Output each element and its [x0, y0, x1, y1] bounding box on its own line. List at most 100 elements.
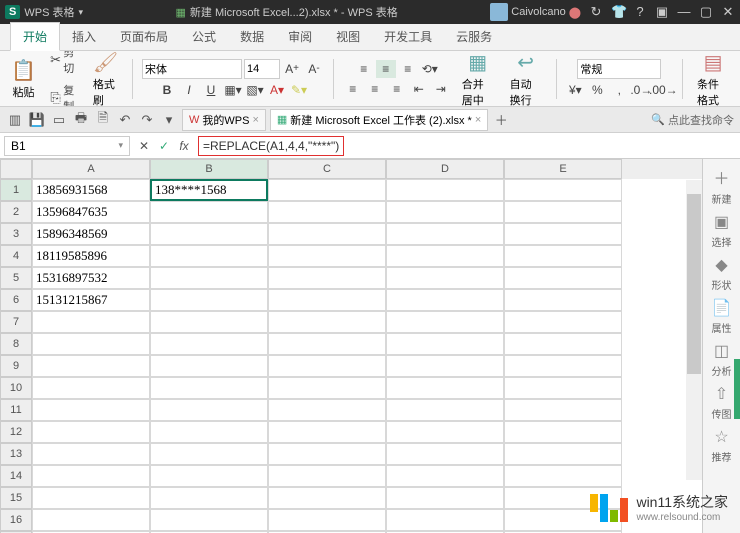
cell-E10[interactable]	[504, 377, 622, 399]
align-top-button[interactable]: ≡	[354, 60, 374, 78]
wrap-text-button[interactable]: ↩ 自动换行	[505, 51, 547, 107]
cell-B4[interactable]	[150, 245, 268, 267]
tab-view[interactable]: 视图	[324, 23, 372, 50]
cell-D2[interactable]	[386, 201, 504, 223]
cell-B7[interactable]	[150, 311, 268, 333]
font-name-select[interactable]	[142, 59, 242, 79]
panel-item-推荐[interactable]: ☆推荐	[712, 427, 732, 464]
align-left-button[interactable]: ≡	[343, 80, 363, 98]
cell-C1[interactable]	[268, 179, 386, 201]
cell-A5[interactable]: 15316897532	[32, 267, 150, 289]
paste-button[interactable]: 📋 粘贴	[6, 56, 41, 102]
cell-D7[interactable]	[386, 311, 504, 333]
select-all-corner[interactable]	[0, 159, 32, 179]
vertical-scrollbar[interactable]	[686, 180, 702, 480]
cell-C5[interactable]	[268, 267, 386, 289]
redo-icon[interactable]: ↷	[138, 111, 156, 129]
close-tab-icon[interactable]: ×	[475, 114, 481, 126]
scrollbar-thumb[interactable]	[687, 194, 701, 374]
align-middle-button[interactable]: ≡	[376, 60, 396, 78]
copy-button[interactable]: ⎘复制	[47, 80, 82, 108]
cell-E7[interactable]	[504, 311, 622, 333]
close-button[interactable]: ✕	[721, 4, 735, 20]
cell-A12[interactable]	[32, 421, 150, 443]
cell-A11[interactable]	[32, 399, 150, 421]
help-icon[interactable]: ?	[633, 4, 647, 20]
indent-decrease-button[interactable]: ⇤	[409, 80, 429, 98]
print-icon[interactable]: 🖶	[72, 111, 90, 129]
cell-D11[interactable]	[386, 399, 504, 421]
cell-A16[interactable]	[32, 509, 150, 531]
skin-icon[interactable]: 👕	[611, 4, 625, 20]
italic-button[interactable]: I	[179, 81, 199, 99]
doc-tab-mywps[interactable]: W 我的WPS ×	[182, 109, 266, 131]
cell-B5[interactable]	[150, 267, 268, 289]
cell-B1[interactable]: 138****1568	[150, 179, 268, 201]
accept-formula-icon[interactable]: ✓	[156, 138, 172, 154]
cell-D6[interactable]	[386, 289, 504, 311]
open-icon[interactable]: ▭	[50, 111, 68, 129]
row-header[interactable]: 15	[0, 487, 32, 509]
indent-increase-button[interactable]: ⇥	[431, 80, 451, 98]
cell-B8[interactable]	[150, 333, 268, 355]
cell-B9[interactable]	[150, 355, 268, 377]
cell-D4[interactable]	[386, 245, 504, 267]
col-header-b[interactable]: B	[150, 159, 268, 179]
cell-D5[interactable]	[386, 267, 504, 289]
maximize-button[interactable]: ▢	[699, 4, 713, 20]
cell-D16[interactable]	[386, 509, 504, 531]
cut-button[interactable]: ✂剪切	[47, 51, 82, 78]
cell-B2[interactable]	[150, 201, 268, 223]
cell-E3[interactable]	[504, 223, 622, 245]
panel-item-形状[interactable]: ◆形状	[712, 255, 732, 292]
cell-E4[interactable]	[504, 245, 622, 267]
merge-center-button[interactable]: ▦ 合并居中	[457, 51, 499, 107]
cell-E14[interactable]	[504, 465, 622, 487]
row-header[interactable]: 10	[0, 377, 32, 399]
decrease-decimal-button[interactable]: .00→	[653, 81, 673, 99]
row-header[interactable]: 14	[0, 465, 32, 487]
cell-A7[interactable]	[32, 311, 150, 333]
cell-B3[interactable]	[150, 223, 268, 245]
doc-tab-workbook[interactable]: ▦ 新建 Microsoft Excel 工作表 (2).xlsx * ×	[270, 109, 488, 131]
save-icon[interactable]: 💾	[28, 111, 46, 129]
row-header[interactable]: 9	[0, 355, 32, 377]
cell-E2[interactable]	[504, 201, 622, 223]
col-header-d[interactable]: D	[386, 159, 504, 179]
user-area[interactable]: Caivolcano ⬤	[490, 3, 581, 21]
cell-A15[interactable]	[32, 487, 150, 509]
tab-formulas[interactable]: 公式	[180, 23, 228, 50]
close-tab-icon[interactable]: ×	[252, 114, 258, 126]
namebox-dropdown-icon[interactable]: ▾	[118, 140, 123, 151]
cell-B10[interactable]	[150, 377, 268, 399]
number-format-select[interactable]	[577, 59, 661, 79]
cell-A6[interactable]: 15131215867	[32, 289, 150, 311]
cell-D3[interactable]	[386, 223, 504, 245]
print-preview-icon[interactable]: 🗎	[94, 111, 112, 129]
panel-item-属性[interactable]: 📄属性	[712, 298, 732, 335]
cell-A14[interactable]	[32, 465, 150, 487]
cell-C15[interactable]	[268, 487, 386, 509]
format-painter-button[interactable]: 🖌 格式刷	[88, 51, 123, 107]
cell-D9[interactable]	[386, 355, 504, 377]
cell-C10[interactable]	[268, 377, 386, 399]
row-header[interactable]: 7	[0, 311, 32, 333]
cell-A10[interactable]	[32, 377, 150, 399]
percent-button[interactable]: %	[587, 81, 607, 99]
tab-data[interactable]: 数据	[228, 23, 276, 50]
cell-E5[interactable]	[504, 267, 622, 289]
fx-icon[interactable]: fx	[176, 138, 192, 154]
fill-color-button[interactable]: ▧▾	[245, 81, 265, 99]
row-header[interactable]: 13	[0, 443, 32, 465]
cell-E1[interactable]	[504, 179, 622, 201]
cell-B13[interactable]	[150, 443, 268, 465]
tab-dev-tools[interactable]: 开发工具	[372, 23, 444, 50]
col-header-e[interactable]: E	[504, 159, 622, 179]
formula-input[interactable]: =REPLACE(A1,4,4,"****")	[198, 136, 344, 156]
cell-E6[interactable]	[504, 289, 622, 311]
cell-C12[interactable]	[268, 421, 386, 443]
cell-D14[interactable]	[386, 465, 504, 487]
panel-item-传图[interactable]: ⇧传图	[712, 384, 732, 421]
cell-C4[interactable]	[268, 245, 386, 267]
cell-C11[interactable]	[268, 399, 386, 421]
